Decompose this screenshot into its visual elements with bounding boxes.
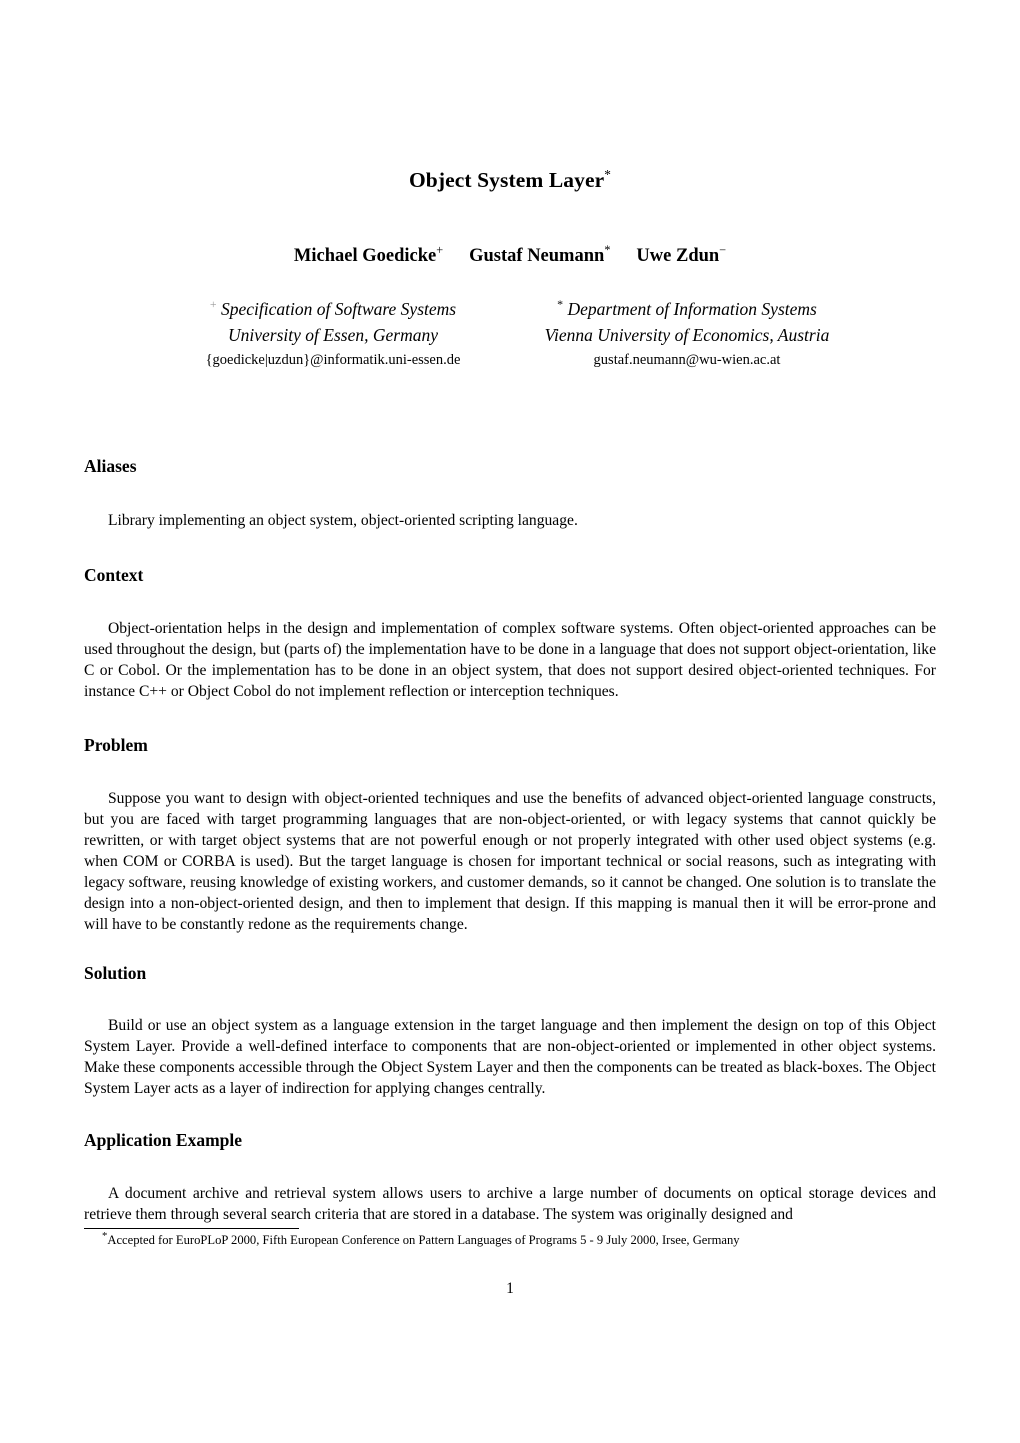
author-1: Michael Goedicke+ xyxy=(293,242,444,267)
author-1-mark: + xyxy=(436,242,444,257)
affiliation-right-university: Vienna University of Economics, Austria xyxy=(544,324,830,345)
author-list: Michael Goedicke+ Gustaf Neumann* Uwe Zdun… xyxy=(0,242,1020,267)
affiliation-left-institute-line: + Specification of Software Systems xyxy=(168,297,498,323)
section-heading-application-example: Application Example xyxy=(84,1130,243,1150)
author-3-mark: − xyxy=(719,242,727,257)
document-page: Object System Layer* Michael Goedicke+ Gu… xyxy=(0,0,1020,1443)
affiliation-right-email[interactable]: gustaf.neumann@wu-wien.ac.at xyxy=(522,352,852,369)
affiliation-left: + Specification of Software Systems Univ… xyxy=(168,297,498,369)
section-body-problem: Suppose you want to design with object-o… xyxy=(84,790,936,933)
affiliation-left-university: University of Essen, Germany xyxy=(228,324,438,345)
page-number: 1 xyxy=(506,1280,514,1297)
author-2-mark: * xyxy=(604,242,611,257)
title-text: Object System Layer xyxy=(408,168,605,192)
footnote-block: *Accepted for EuroPLoP 2000, Fifth Europ… xyxy=(84,1228,936,1248)
section-heading-solution: Solution xyxy=(84,963,147,983)
section-body-context: Object-orientation helps in the design a… xyxy=(84,620,936,700)
affiliation-left-email[interactable]: {goedicke|uzdun}@informatik.uni-essen.de xyxy=(168,352,498,369)
author-3: Uwe Zdun− xyxy=(636,242,727,267)
section-body-application-example: A document archive and retrieval system … xyxy=(84,1185,936,1223)
section-body-aliases: Library implementing an object system, o… xyxy=(108,512,578,529)
page-title: Object System Layer* xyxy=(0,168,1020,193)
footnote-line: *Accepted for EuroPLoP 2000, Fifth Europ… xyxy=(84,1230,936,1248)
affiliation-left-institute: Specification of Software Systems xyxy=(221,299,457,319)
author-2: Gustaf Neumann* xyxy=(469,242,611,267)
affiliation-block: + Specification of Software Systems Univ… xyxy=(0,297,1020,369)
affiliation-right: * Department of Information Systems Vien… xyxy=(522,297,852,369)
section-heading-context: Context xyxy=(84,565,144,585)
footnote-text: Accepted for EuroPLoP 2000, Fifth Europe… xyxy=(107,1233,740,1247)
author-1-name: Michael Goedicke xyxy=(293,246,437,266)
affiliation-right-institute-line: * Department of Information Systems xyxy=(522,297,852,323)
section-body-solution: Build or use an object system as a langu… xyxy=(84,1017,936,1097)
affiliation-right-mark: * xyxy=(557,297,564,312)
title-footnote-marker: * xyxy=(604,166,612,182)
footnote-separator-rule xyxy=(84,1228,299,1229)
affiliation-right-institute: Department of Information Systems xyxy=(567,299,817,319)
author-3-name: Uwe Zdun xyxy=(636,246,720,266)
affiliation-left-mark: + xyxy=(209,297,217,312)
section-heading-aliases: Aliases xyxy=(84,456,137,476)
author-2-name: Gustaf Neumann xyxy=(469,246,605,266)
section-heading-problem: Problem xyxy=(84,735,148,755)
